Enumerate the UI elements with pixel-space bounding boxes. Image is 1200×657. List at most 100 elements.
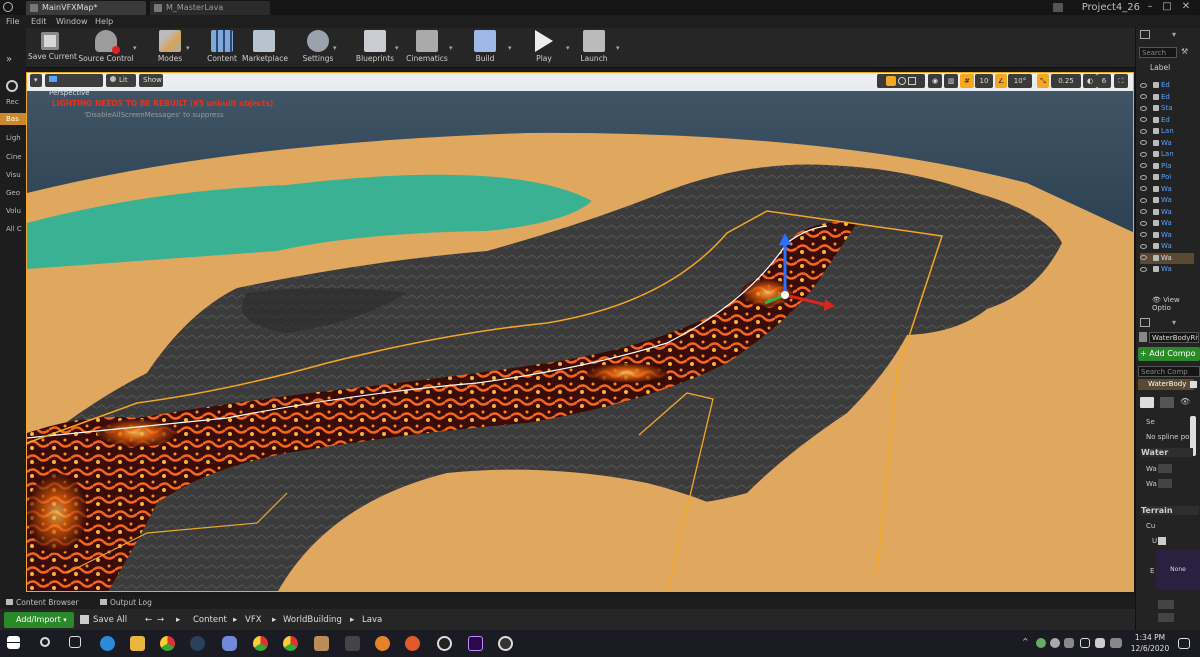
obs-icon[interactable] — [498, 636, 513, 651]
blueprints-caret-icon[interactable]: ▾ — [395, 44, 399, 52]
lit-button[interactable]: Lit — [106, 74, 136, 87]
settings-caret-icon[interactable]: ▾ — [333, 44, 337, 52]
save-all-button[interactable]: Save All — [80, 612, 127, 628]
details-eye-icon[interactable]: 👁 — [1180, 397, 1190, 406]
explorer-icon[interactable] — [130, 636, 145, 651]
blueprints-button[interactable]: Blueprints — [355, 30, 395, 66]
outliner-row[interactable]: Lan — [1140, 149, 1194, 160]
visibility-eye-icon[interactable] — [1140, 232, 1147, 237]
grid-snap-icon[interactable]: # — [960, 74, 974, 88]
terrain-category[interactable]: Terrain — [1141, 506, 1199, 515]
actor-name-field[interactable]: WaterBodyRiv — [1149, 332, 1199, 343]
place-tab-recent[interactable]: Rec — [0, 96, 26, 108]
visibility-eye-icon[interactable] — [1140, 209, 1147, 214]
build-caret-icon[interactable]: ▾ — [508, 44, 512, 52]
keyboard-icon[interactable] — [1110, 638, 1122, 648]
outliner-row[interactable]: Ed — [1140, 80, 1194, 91]
chrome-2-icon[interactable] — [253, 636, 268, 651]
notification-center-icon[interactable] — [1178, 638, 1190, 649]
details-options-icon[interactable]: ▾ — [1172, 318, 1176, 327]
show-button[interactable]: Show — [139, 74, 163, 87]
scale-snap-value[interactable]: 0.25 — [1051, 74, 1081, 88]
visibility-eye-icon[interactable] — [1140, 140, 1147, 145]
unreal-engine-icon[interactable] — [437, 636, 452, 651]
outliner-row[interactable]: Sta — [1140, 103, 1194, 114]
water-category[interactable]: Water — [1141, 448, 1193, 457]
modes-caret-icon[interactable]: ▾ — [186, 44, 190, 52]
tray-icon-2[interactable] — [1050, 638, 1060, 648]
add-import-button[interactable]: Add/Import ▾ — [4, 612, 74, 628]
outliner-row[interactable]: Wa — [1140, 241, 1194, 252]
app-character-icon[interactable] — [314, 636, 329, 651]
chrome-icon[interactable] — [160, 636, 175, 651]
content-browser-tab[interactable]: Content Browser — [6, 596, 79, 609]
water-prop-1-dropdown[interactable] — [1158, 464, 1172, 473]
collapse-icon[interactable]: » — [6, 54, 12, 65]
details-grid-icon[interactable] — [1160, 397, 1174, 408]
water-prop-2-dropdown[interactable] — [1158, 479, 1172, 488]
cinematics-button[interactable]: Cinematics — [405, 30, 449, 66]
visibility-eye-icon[interactable] — [1140, 255, 1147, 260]
tab-main-vfx-map[interactable]: MainVFXMap* — [26, 1, 146, 15]
menu-window[interactable]: Window — [56, 15, 88, 28]
details-tab-icon[interactable] — [1140, 318, 1150, 327]
outliner-row[interactable]: Wa — [1140, 218, 1194, 229]
outliner-row[interactable]: Wa — [1140, 264, 1194, 275]
launch-caret-icon[interactable]: ▾ — [616, 44, 620, 52]
outliner-search-input[interactable]: Search — [1139, 47, 1177, 58]
save-current-button[interactable]: Save Current — [28, 30, 77, 66]
marketplace-button[interactable]: Marketplace — [242, 30, 288, 66]
windows-start-icon[interactable] — [7, 636, 20, 649]
visibility-eye-icon[interactable] — [1140, 82, 1147, 88]
back-arrow-icon[interactable]: ← — [145, 612, 152, 628]
place-tab-basic[interactable]: Bas — [0, 113, 26, 125]
scale-tool-icon[interactable] — [908, 77, 917, 85]
menu-file[interactable]: File — [6, 15, 19, 28]
visibility-eye-icon[interactable] — [1140, 266, 1147, 272]
steam-icon[interactable] — [190, 636, 205, 651]
tray-icon-3[interactable] — [1064, 638, 1074, 648]
place-tab-visual[interactable]: Visu — [0, 169, 26, 181]
task-view-icon[interactable] — [69, 636, 81, 648]
camera-speed-icon[interactable]: ◐ — [1083, 74, 1097, 88]
play-caret-icon[interactable]: ▾ — [566, 44, 570, 52]
outliner-row[interactable]: Ed — [1140, 92, 1194, 103]
viewport-options-button[interactable]: ▾ — [30, 74, 42, 87]
modes-button[interactable]: Modes — [152, 30, 188, 66]
search-taskbar-icon[interactable] — [40, 637, 50, 647]
volume-icon[interactable] — [1095, 638, 1105, 648]
visibility-eye-icon[interactable] — [1140, 186, 1147, 191]
tab-master-lava[interactable]: M_MasterLava — [150, 1, 270, 15]
source-control-button[interactable]: Source Control — [78, 30, 134, 66]
edge-icon[interactable] — [100, 636, 115, 651]
place-tab-volumes[interactable]: Volu — [0, 205, 26, 217]
maximize-icon[interactable]: □ — [1161, 1, 1173, 13]
add-component-button[interactable]: + Add Compo — [1138, 347, 1200, 361]
texture-thumbnail[interactable]: None — [1156, 550, 1200, 590]
outliner-row[interactable]: Wa — [1140, 138, 1194, 149]
breadcrumb-worldbuilding[interactable]: WorldBuilding — [283, 612, 342, 628]
close-icon[interactable]: ✕ — [1180, 1, 1192, 13]
outliner-filter-icon[interactable]: ⚒ — [1181, 47, 1193, 58]
search-components-input[interactable]: Search Comp — [1138, 366, 1200, 377]
visibility-eye-icon[interactable] — [1140, 174, 1147, 180]
notification-icon[interactable] — [1053, 3, 1063, 12]
minimize-icon[interactable]: – — [1144, 1, 1156, 13]
outliner-row[interactable]: Poi — [1140, 172, 1194, 183]
breadcrumb-lava[interactable]: Lava — [362, 612, 382, 628]
app-circle-icon[interactable] — [405, 636, 420, 651]
cinematics-caret-icon[interactable]: ▾ — [449, 44, 453, 52]
details-search-icon[interactable] — [1140, 397, 1154, 408]
details-bottom-btn-1[interactable] — [1158, 600, 1174, 609]
visibility-eye-icon[interactable] — [1140, 220, 1147, 226]
blender-icon[interactable] — [375, 636, 390, 651]
details-bottom-btn-2[interactable] — [1158, 613, 1174, 622]
breadcrumb-content[interactable]: Content — [193, 612, 227, 628]
visibility-eye-icon[interactable] — [1140, 128, 1147, 134]
outliner-row[interactable]: Wa — [1140, 207, 1194, 218]
chrome-3-icon[interactable] — [283, 636, 298, 651]
place-tab-all-classes[interactable]: All C — [0, 223, 26, 235]
outliner-options-icon[interactable]: ▾ — [1172, 30, 1176, 39]
premiere-icon[interactable] — [468, 636, 483, 651]
tray-chevron-icon[interactable]: ^ — [1022, 637, 1029, 646]
